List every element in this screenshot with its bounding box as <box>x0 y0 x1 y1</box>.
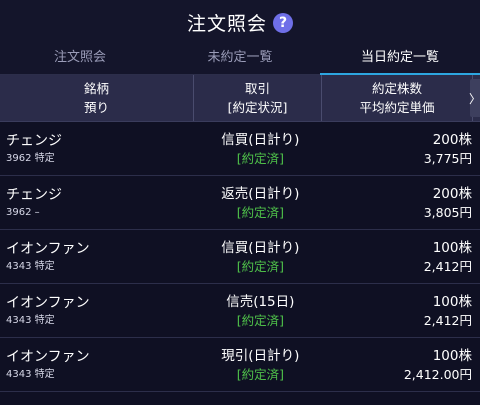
execution-status: [約定済] <box>236 312 284 328</box>
trade-cell: 現引(日計り) [約定済] <box>197 338 323 391</box>
trade-cell: 返売(日計り) [約定済] <box>197 176 323 229</box>
header-quantity: 約定株数 平均約定単価 <box>322 75 473 121</box>
header-price-label: 平均約定単価 <box>359 100 435 115</box>
stock-code-account: 4343 特定 <box>6 260 55 272</box>
trade-type: 返売(日計り) <box>221 185 300 202</box>
table-row[interactable]: チェンジ 3962 – 返売(日計り) [約定済] 200株 3,805円 <box>0 176 480 230</box>
help-icon[interactable]: ? <box>273 13 293 33</box>
executed-quantity: 100株 <box>432 347 472 364</box>
table-row[interactable]: チェンジ 3962 特定 信買(日計り) [約定済] 200株 3,775円 <box>0 122 480 176</box>
execution-status: [約定済] <box>236 366 284 382</box>
execution-status: [約定済] <box>236 204 284 220</box>
stock-code-account: 3962 – <box>6 206 40 218</box>
stock-name: イオンファン <box>6 294 90 311</box>
executed-quantity: 200株 <box>432 131 472 148</box>
executed-list: チェンジ 3962 特定 信買(日計り) [約定済] 200株 3,775円 チ… <box>0 122 480 392</box>
stock-cell: チェンジ 3962 – <box>0 176 197 229</box>
header-stock-label: 銘柄 <box>83 81 109 96</box>
average-price: 3,775円 <box>423 150 472 166</box>
quantity-cell: 100株 2,412円 <box>323 230 480 283</box>
header-trade: 取引 [約定状況] <box>194 75 322 121</box>
execution-status: [約定済] <box>236 150 284 166</box>
executed-quantity: 100株 <box>432 293 472 310</box>
stock-code-account: 4343 特定 <box>6 368 55 380</box>
stock-name: イオンファン <box>6 240 90 257</box>
page-title: 注文照会 <box>186 12 267 35</box>
trade-type: 信売(15日) <box>226 293 295 310</box>
stock-code-account: 4343 特定 <box>6 314 55 326</box>
tab-bar: 注文照会 未約定一覧 当日約定一覧 <box>0 44 480 75</box>
scroll-right-icon[interactable]: 〉 <box>469 79 480 117</box>
execution-status: [約定済] <box>236 258 284 274</box>
header-quantity-label: 約定株数 <box>371 81 422 96</box>
stock-cell: イオンファン 4343 特定 <box>0 284 197 337</box>
stock-name: チェンジ <box>6 132 62 149</box>
quantity-cell: 200株 3,805円 <box>323 176 480 229</box>
header-stock: 銘柄 預り <box>0 75 194 121</box>
average-price: 3,805円 <box>423 204 472 220</box>
table-row[interactable]: イオンファン 4343 特定 現引(日計り) [約定済] 100株 2,412.… <box>0 338 480 392</box>
quantity-cell: 200株 3,775円 <box>323 122 480 175</box>
title-bar: 注文照会 ? <box>0 0 480 44</box>
trade-cell: 信買(日計り) [約定済] <box>197 122 323 175</box>
table-row[interactable]: イオンファン 4343 特定 信売(15日) [約定済] 100株 2,412円 <box>0 284 480 338</box>
table-header: 銘柄 預り 取引 [約定状況] 約定株数 平均約定単価 〉 <box>0 75 480 122</box>
quantity-cell: 100株 2,412.00円 <box>323 338 480 391</box>
average-price: 2,412円 <box>423 258 472 274</box>
trade-cell: 信買(日計り) [約定済] <box>197 230 323 283</box>
header-custody-label: 預り <box>83 100 109 115</box>
header-trade-label: 取引 <box>244 81 270 96</box>
table-row[interactable]: イオンファン 4343 特定 信買(日計り) [約定済] 100株 2,412円 <box>0 230 480 284</box>
stock-cell: イオンファン 4343 特定 <box>0 338 197 391</box>
stock-code-account: 3962 特定 <box>6 152 55 164</box>
trade-cell: 信売(15日) [約定済] <box>197 284 323 337</box>
stock-cell: イオンファン 4343 特定 <box>0 230 197 283</box>
tab-unexecuted-list[interactable]: 未約定一覧 <box>160 44 320 74</box>
quantity-cell: 100株 2,412円 <box>323 284 480 337</box>
stock-name: イオンファン <box>6 348 90 365</box>
stock-cell: チェンジ 3962 特定 <box>0 122 197 175</box>
stock-name: チェンジ <box>6 186 62 203</box>
average-price: 2,412.00円 <box>403 366 472 382</box>
trade-type: 信買(日計り) <box>221 239 300 256</box>
tab-order-inquiry[interactable]: 注文照会 <box>0 44 160 74</box>
trade-type: 現引(日計り) <box>221 347 300 364</box>
executed-quantity: 200株 <box>432 185 472 202</box>
header-status-label: [約定状況] <box>227 100 288 115</box>
executed-quantity: 100株 <box>432 239 472 256</box>
trade-type: 信買(日計り) <box>221 131 300 148</box>
average-price: 2,412円 <box>423 312 472 328</box>
tab-today-executed-list[interactable]: 当日約定一覧 <box>320 44 480 75</box>
